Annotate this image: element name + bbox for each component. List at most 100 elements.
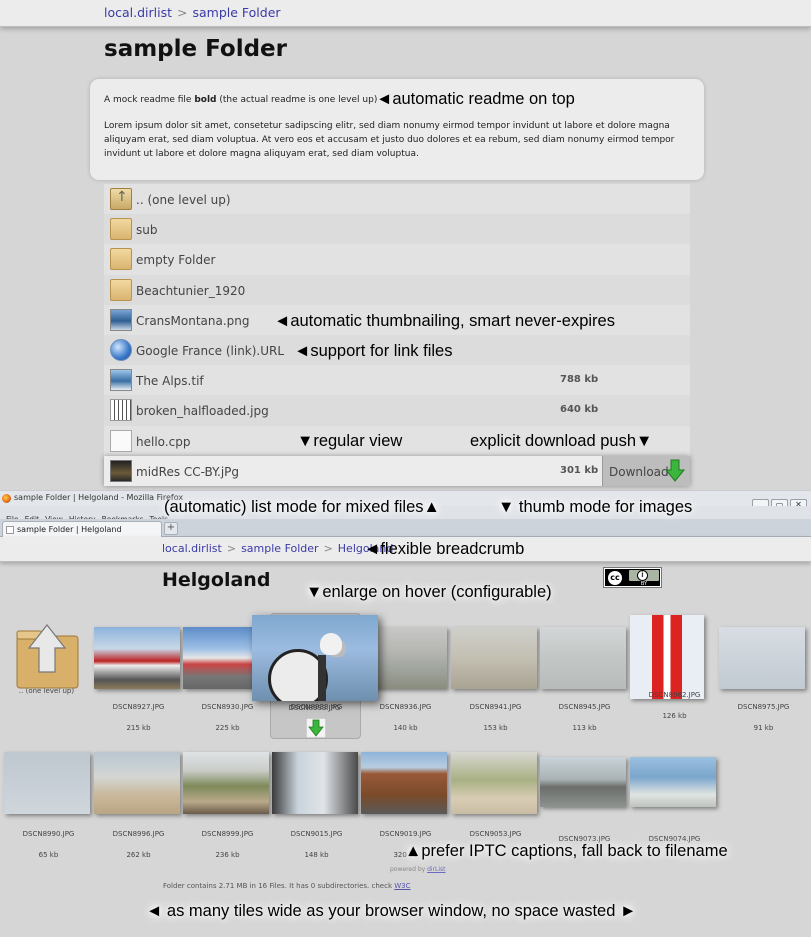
annotation-hover: ▼enlarge on hover (configurable) (306, 583, 552, 601)
breadcrumb-root-link[interactable]: local.dirlist (104, 5, 172, 20)
tile-image (451, 627, 537, 689)
readme-text-tail: (the actual readme is one level up) (216, 95, 378, 105)
globe-link-icon (110, 338, 132, 361)
tile-image (630, 757, 716, 807)
tile-filesize: 113 kb (572, 724, 597, 732)
readme-bold-text: bold (194, 95, 217, 105)
image-thumbnail-icon (110, 369, 132, 392)
gallery-tile[interactable]: DSCN8990.JPG 65 kb (4, 752, 93, 882)
hovered-tile-filename: DSCN8933.JPG (288, 704, 341, 712)
tile-image (719, 627, 805, 689)
gull-shape (320, 633, 342, 655)
readme-body: Lorem ipsum dolor sit amet, consetetur s… (104, 121, 675, 159)
list-item-name: empty Folder (136, 253, 216, 268)
tile-image (272, 752, 358, 814)
annotation-thumbnailing: ◄automatic thumbnailing, smart never-exp… (274, 312, 615, 330)
gallery-tile[interactable]: DSCN8927.JPG 215 kb (94, 627, 183, 757)
window-controls: _ ▭ ✕ (750, 492, 807, 510)
cc-license-badge[interactable]: cc i BY (603, 567, 662, 588)
enlarged-hover-image[interactable] (252, 615, 378, 701)
footer-text: Folder contains 2.71 MB in 16 Files. It … (163, 882, 395, 890)
gallery-tile[interactable]: DSCN8962.JPG 126 kb (630, 615, 719, 745)
tile-filesize: 148 kb (304, 851, 329, 859)
list-item[interactable]: .. (one level up) (104, 184, 690, 215)
download-label: Download (609, 464, 669, 479)
folder-summary-footer: Folder contains 2.71 MB in 16 Files. It … (163, 882, 410, 890)
gallery-tile[interactable]: DSCN8945.JPG 113 kb (540, 627, 629, 757)
gallery-tile[interactable]: DSCN9074.JPG (630, 757, 719, 887)
list-item-name: The Alps.tif (136, 374, 204, 389)
annotation-tiles: ◄ as many tiles wide as your browser win… (146, 902, 637, 920)
cc-logo-icon: cc (608, 571, 622, 585)
person-icon: i (637, 570, 648, 581)
powered-by-text: powered by (390, 866, 428, 873)
tile-filename: DSCN8990.JPG (22, 830, 75, 838)
tile-image (4, 752, 90, 814)
tab-title: sample Folder | Helgoland (17, 525, 122, 534)
list-item[interactable]: sub (104, 214, 690, 245)
gallery-tile[interactable]: DSCN9015.JPG 148 kb (272, 752, 361, 882)
breadcrumb: local.dirlist > sample Folder > Helgoland (162, 542, 393, 555)
annotation-breadcrumb: ◄flexible breadcrumb (364, 540, 525, 558)
list-item-size: 640 kb (560, 404, 599, 416)
up-folder-icon[interactable] (16, 622, 79, 689)
annotation-readme: ◄automatic readme on top (376, 90, 575, 108)
tile-image (94, 752, 180, 814)
gallery-tile[interactable]: DSCN8999.JPG 236 kb (183, 752, 272, 882)
tile-image (451, 752, 537, 814)
list-item[interactable]: broken_halfloaded.jpg 640 kb (104, 395, 690, 426)
tile-filesize: 126 kb (662, 712, 687, 720)
list-item-name: sub (136, 223, 158, 238)
gallery-tile[interactable]: DSCN8975.JPG 91 kb (719, 627, 808, 757)
tile-image (540, 757, 626, 807)
annotation-list-mode: (automatic) list mode for mixed files▲ (164, 498, 440, 516)
gallery-tile[interactable]: DSCN9073.JPG (540, 757, 629, 887)
tile-image (94, 627, 180, 689)
list-item[interactable]: empty Folder (104, 244, 690, 275)
tile-filename: DSCN8930.JPG (201, 703, 254, 711)
breadcrumb-root-link[interactable]: local.dirlist (162, 542, 222, 555)
gallery-tile[interactable]: DSCN9019.JPG 320 kb (361, 752, 450, 882)
gallery-tile[interactable]: DSCN8996.JPG 262 kb (94, 752, 183, 882)
document-icon (110, 429, 132, 452)
tile-filesize: 236 kb (215, 851, 240, 859)
breadcrumb-separator: > (323, 542, 333, 555)
firefox-logo-icon (2, 494, 11, 503)
list-item-highlighted[interactable]: midRes CC-BY.jPg 301 kb Download (104, 455, 690, 486)
tile-filename: DSCN8945.JPG (558, 703, 611, 711)
breadcrumb-folder-link[interactable]: sample Folder (241, 542, 318, 555)
tile-filename: DSCN8936.JPG (379, 703, 432, 711)
list-item-size: 301 kb (560, 464, 599, 476)
tile-image (183, 752, 269, 814)
gallery-tile[interactable]: DSCN8941.JPG 153 kb (451, 627, 540, 757)
list-item-name: hello.cpp (136, 434, 191, 449)
tile-filename: DSCN8941.JPG (469, 703, 522, 711)
browser-tab[interactable]: sample Folder | Helgoland (2, 521, 162, 537)
download-arrow-icon (665, 459, 685, 482)
page-icon (6, 526, 14, 534)
folder-icon (110, 248, 132, 271)
list-item[interactable]: The Alps.tif 788 kb (104, 365, 690, 396)
list-item[interactable]: Beachtunier_1920 (104, 274, 690, 305)
tile-filesize: 65 kb (38, 851, 59, 859)
download-button[interactable]: Download (602, 455, 690, 486)
tile-image (540, 627, 626, 689)
new-tab-button[interactable]: + (164, 522, 178, 535)
breadcrumb-current-link[interactable]: sample Folder (193, 5, 281, 20)
list-item-name: midRes CC-BY.jPg (136, 464, 240, 479)
readme-text: A mock readme file (104, 95, 195, 105)
page-title: sample Folder (104, 36, 288, 62)
tile-filename: DSCN8962.JPG (648, 691, 701, 699)
browser-tab-strip: sample Folder | Helgoland + (0, 519, 811, 537)
powered-by-link[interactable]: dirList (427, 866, 445, 873)
tile-filesize: 262 kb (126, 851, 151, 859)
annotation-iptc: ▲prefer IPTC captions, fall back to file… (405, 842, 728, 860)
image-thumbnail-icon (110, 459, 132, 482)
image-thumbnail-icon (110, 308, 132, 331)
annotation-thumb-mode: ▼ thumb mode for images (498, 498, 693, 516)
by-label: BY (640, 581, 648, 587)
w3c-link[interactable]: W3C (394, 882, 410, 890)
tile-filename: DSCN9015.JPG (290, 830, 343, 838)
gallery-tile[interactable]: DSCN9053.JPG (451, 752, 540, 882)
folder-icon (110, 278, 132, 301)
